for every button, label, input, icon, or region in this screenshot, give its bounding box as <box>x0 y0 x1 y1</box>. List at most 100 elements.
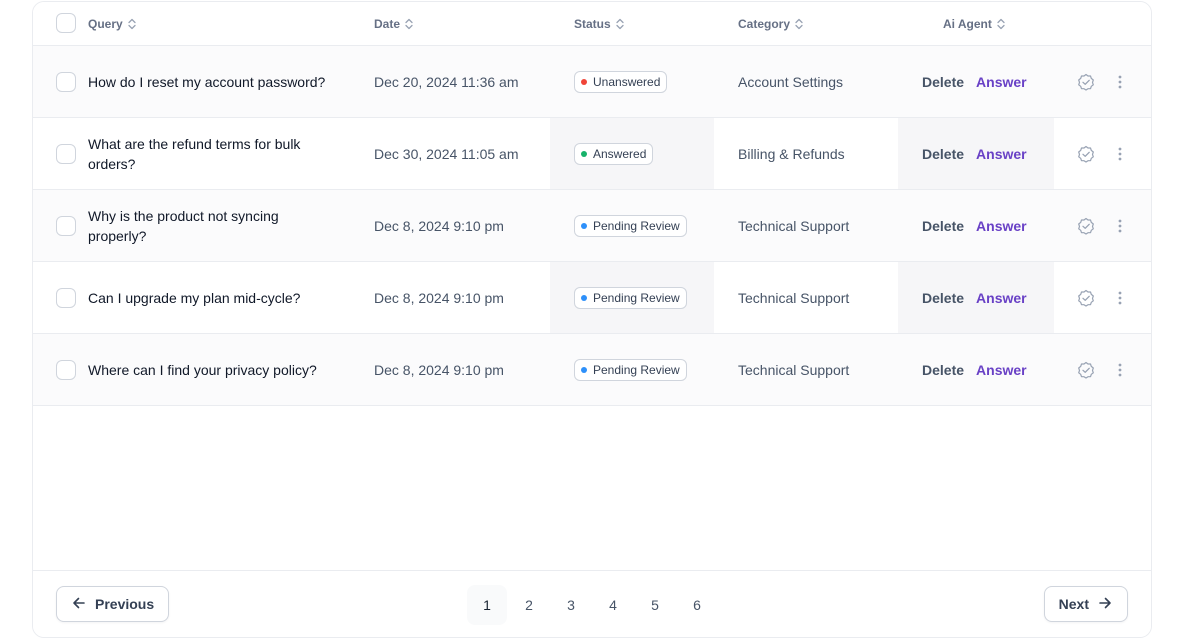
column-header-status[interactable]: Status <box>574 2 625 46</box>
more-vertical-icon[interactable] <box>1110 334 1130 405</box>
delete-button[interactable]: Delete <box>922 146 964 162</box>
category-text: Technical Support <box>738 217 850 234</box>
category-text: Billing & Refunds <box>738 145 845 162</box>
date-text: Dec 8, 2024 9:10 pm <box>374 217 504 234</box>
sort-icon <box>794 18 804 30</box>
date-text: Dec 20, 2024 11:36 am <box>374 73 519 90</box>
column-header-label: Query <box>88 17 123 31</box>
next-button[interactable]: Next <box>1043 586 1128 622</box>
arrow-right-icon <box>1097 595 1113 614</box>
column-header-label: Status <box>574 17 611 31</box>
table-row: Where can I find your privacy policy? De… <box>33 334 1151 406</box>
status-dot-icon <box>581 222 587 229</box>
verified-check-icon[interactable] <box>1076 334 1096 405</box>
page-number-1[interactable]: 1 <box>467 585 507 625</box>
sort-icon <box>615 18 625 30</box>
query-text: Where can I find your privacy policy? <box>88 361 317 378</box>
date-text: Dec 8, 2024 9:10 pm <box>374 361 504 378</box>
previous-label: Previous <box>95 596 155 612</box>
delete-button[interactable]: Delete <box>922 362 964 378</box>
queries-table-card: Query Date Status Category Ai Agent How … <box>32 1 1152 638</box>
delete-button[interactable]: Delete <box>922 74 964 90</box>
answer-button[interactable]: Answer <box>976 362 1027 378</box>
column-header-query[interactable]: Query <box>88 2 137 46</box>
actions-cell: Delete Answer <box>898 334 1054 405</box>
table-row: Can I upgrade my plan mid-cycle? Dec 8, … <box>33 262 1151 334</box>
status-cell: Answered <box>550 118 714 189</box>
page-numbers: 1 2 3 4 5 6 <box>467 585 717 625</box>
status-label: Pending Review <box>593 290 680 305</box>
verified-check-icon[interactable] <box>1076 262 1096 333</box>
delete-button[interactable]: Delete <box>922 290 964 306</box>
status-dot-icon <box>581 78 587 85</box>
category-text: Technical Support <box>738 289 850 306</box>
column-header-category[interactable]: Category <box>738 2 804 46</box>
row-checkbox[interactable] <box>56 360 76 380</box>
status-label: Pending Review <box>593 218 680 233</box>
column-header-label: Date <box>374 17 401 31</box>
status-cell: Unanswered <box>550 46 714 117</box>
row-checkbox[interactable] <box>56 72 76 92</box>
category-text: Account Settings <box>738 73 844 90</box>
answer-button[interactable]: Answer <box>976 218 1027 234</box>
query-text: How do I reset my account password? <box>88 73 326 90</box>
arrow-left-icon <box>71 595 87 614</box>
column-header-date[interactable]: Date <box>374 2 414 46</box>
table-row: How do I reset my account password? Dec … <box>33 46 1151 118</box>
status-cell: Pending Review <box>550 190 714 261</box>
status-cell: Pending Review <box>550 262 714 333</box>
delete-button[interactable]: Delete <box>922 218 964 234</box>
actions-cell: Delete Answer <box>898 190 1054 261</box>
table-row: What are the refund terms for bulk order… <box>33 118 1151 190</box>
status-badge: Pending Review <box>574 358 687 381</box>
status-badge: Unanswered <box>574 70 668 93</box>
column-header-label: Ai Agent <box>943 17 992 31</box>
answer-button[interactable]: Answer <box>976 146 1027 162</box>
more-vertical-icon[interactable] <box>1110 118 1130 189</box>
status-label: Pending Review <box>593 362 680 377</box>
query-text: Why is the product not syncing properly? <box>88 207 279 244</box>
column-header-ai-agent[interactable]: Ai Agent <box>943 2 1006 46</box>
column-header-label: Category <box>738 17 791 31</box>
actions-cell: Delete Answer <box>898 46 1054 117</box>
answer-button[interactable]: Answer <box>976 74 1027 90</box>
pagination-footer: Previous 1 2 3 4 5 6 Next <box>33 570 1151 637</box>
row-checkbox[interactable] <box>56 288 76 308</box>
row-checkbox[interactable] <box>56 144 76 164</box>
row-checkbox[interactable] <box>56 216 76 236</box>
page-number-2[interactable]: 2 <box>509 585 549 625</box>
status-dot-icon <box>581 294 587 301</box>
query-text: What are the refund terms for bulk order… <box>88 135 301 172</box>
previous-button[interactable]: Previous <box>56 586 170 622</box>
more-vertical-icon[interactable] <box>1110 190 1130 261</box>
table-header: Query Date Status Category Ai Agent <box>33 2 1151 46</box>
answer-button[interactable]: Answer <box>976 290 1027 306</box>
more-vertical-icon[interactable] <box>1110 46 1130 117</box>
status-dot-icon <box>581 150 587 157</box>
query-text: Can I upgrade my plan mid-cycle? <box>88 289 301 306</box>
sort-icon <box>404 18 414 30</box>
verified-check-icon[interactable] <box>1076 190 1096 261</box>
table-row: Why is the product not syncing properly?… <box>33 190 1151 262</box>
actions-cell: Delete Answer <box>898 118 1054 189</box>
page-number-4[interactable]: 4 <box>593 585 633 625</box>
status-badge: Pending Review <box>574 286 687 309</box>
date-text: Dec 8, 2024 9:10 pm <box>374 289 504 306</box>
category-text: Technical Support <box>738 361 850 378</box>
verified-check-icon[interactable] <box>1076 118 1096 189</box>
date-text: Dec 30, 2024 11:05 am <box>374 145 519 162</box>
select-all-checkbox[interactable] <box>56 13 76 33</box>
sort-icon <box>996 18 1006 30</box>
more-vertical-icon[interactable] <box>1110 262 1130 333</box>
page-number-5[interactable]: 5 <box>635 585 675 625</box>
status-label: Answered <box>593 146 647 161</box>
actions-cell: Delete Answer <box>898 262 1054 333</box>
sort-icon <box>127 18 137 30</box>
status-dot-icon <box>581 366 587 373</box>
status-badge: Answered <box>574 142 654 165</box>
status-cell: Pending Review <box>550 334 714 405</box>
page-number-3[interactable]: 3 <box>551 585 591 625</box>
verified-check-icon[interactable] <box>1076 46 1096 117</box>
page-number-6[interactable]: 6 <box>677 585 717 625</box>
status-label: Unanswered <box>593 74 661 89</box>
